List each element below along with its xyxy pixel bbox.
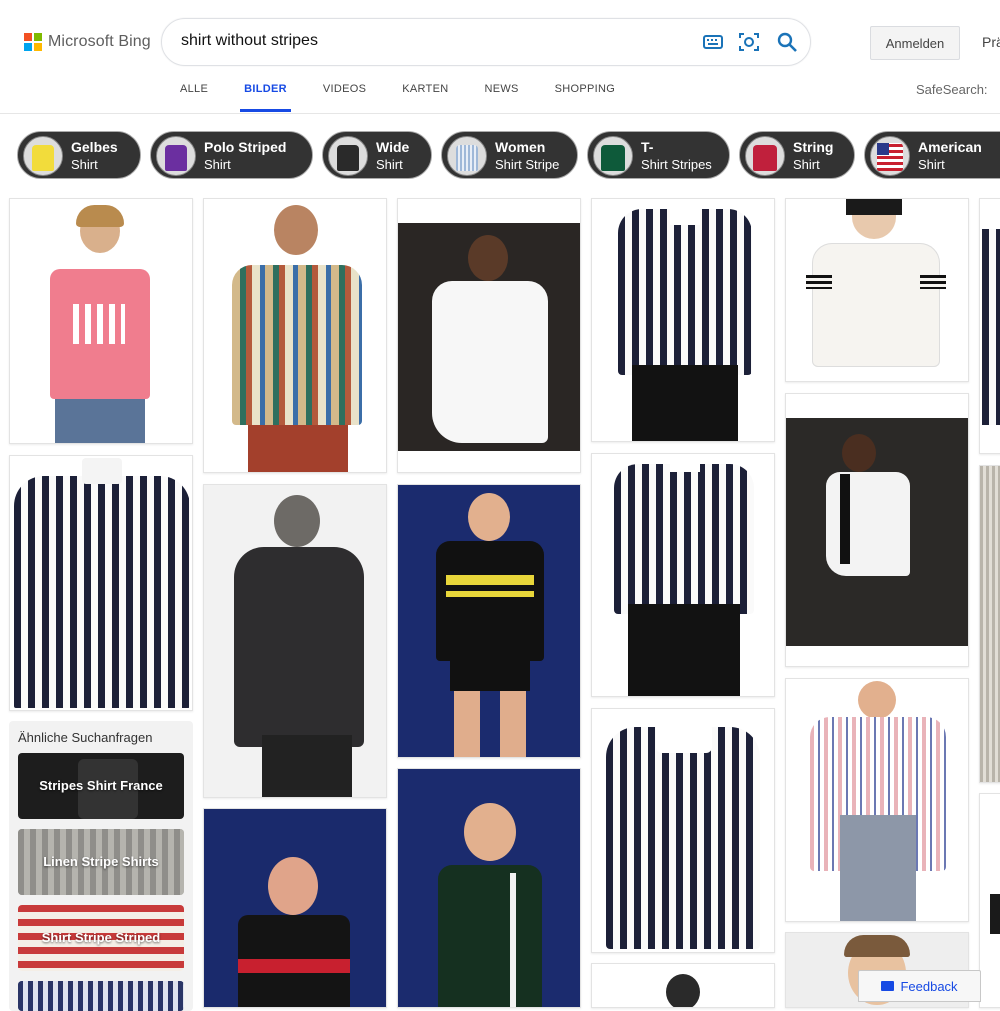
related-item-label: Stripes Shirt France <box>39 778 163 793</box>
chip-thumbnail <box>593 136 633 176</box>
chip-title: Women <box>495 139 546 155</box>
search-box[interactable]: shirt without stripes <box>161 18 811 66</box>
chip-t-shirt-stripes[interactable]: T- Shirt Stripes <box>587 131 730 179</box>
bing-logo[interactable]: Microsoft Bing <box>24 33 151 51</box>
chip-string-shirt[interactable]: String Shirt <box>739 131 855 179</box>
related-item-stripes-shirt-france[interactable]: Stripes Shirt France <box>18 753 184 819</box>
related-item-label: Linen Stripe Shirts <box>43 854 159 869</box>
image-result[interactable] <box>591 198 775 442</box>
keyboard-icon[interactable] <box>702 31 724 53</box>
chip-thumbnail <box>447 136 487 176</box>
chip-thumbnail <box>745 136 785 176</box>
search-tabs: ALLE BILDER VIDEOS KARTEN NEWS SHOPPING <box>180 83 651 112</box>
image-result[interactable] <box>397 768 581 1008</box>
chip-title: Gelbes <box>71 139 118 155</box>
chip-thumbnail <box>23 136 63 176</box>
related-item-shirt-stripe-striped[interactable]: Shirt Stripe Striped <box>18 905 184 971</box>
image-result[interactable] <box>591 453 775 697</box>
microsoft-logo-icon <box>24 33 42 51</box>
related-item-more[interactable] <box>18 981 184 1011</box>
related-searches-panel: Ähnliche Suchanfragen Stripes Shirt Fran… <box>9 721 193 1011</box>
preferences-link[interactable]: Prä <box>982 34 1000 50</box>
feedback-label: Feedback <box>900 978 958 994</box>
chip-american-shirt[interactable]: American Shirt <box>864 131 1000 179</box>
safesearch-filter[interactable]: SafeSearch: <box>916 82 988 97</box>
chip-thumbnail <box>328 136 368 176</box>
image-result[interactable] <box>979 198 1000 454</box>
feedback-icon <box>881 981 895 991</box>
related-item-label: Shirt Stripe Striped <box>41 930 161 945</box>
chip-title: T- <box>641 139 654 155</box>
chip-thumbnail <box>870 136 910 176</box>
chip-title: Polo Striped <box>204 139 287 155</box>
chip-polo-striped-shirt[interactable]: Polo Striped Shirt <box>150 131 313 179</box>
chip-women-shirt-stripe[interactable]: Women Shirt Stripe <box>441 131 578 179</box>
chip-wide-shirt[interactable]: Wide Shirt <box>322 131 432 179</box>
brand-name: Microsoft Bing <box>48 33 151 50</box>
tab-maps[interactable]: KARTEN <box>402 83 448 111</box>
tab-shopping[interactable]: SHOPPING <box>555 83 615 111</box>
image-result[interactable] <box>203 198 387 473</box>
tab-news[interactable]: NEWS <box>484 83 518 111</box>
related-searches-heading: Ähnliche Suchanfragen <box>18 730 153 745</box>
chip-title: String <box>793 139 834 155</box>
image-result[interactable] <box>397 484 581 758</box>
tab-images[interactable]: BILDER <box>240 83 291 112</box>
image-result[interactable] <box>785 678 969 922</box>
tab-all[interactable]: ALLE <box>180 83 208 111</box>
chip-gelbes-shirt[interactable]: Gelbes Shirt <box>17 131 141 179</box>
image-result[interactable] <box>979 793 1000 1008</box>
header: Microsoft Bing shirt without stripes Anm… <box>0 0 1000 114</box>
image-result[interactable] <box>979 465 1000 783</box>
search-input[interactable]: shirt without stripes <box>181 32 318 50</box>
chip-subtitle: Shirt <box>71 157 98 172</box>
chip-subtitle: Shirt <box>376 157 403 172</box>
chip-title: Wide <box>376 139 410 155</box>
search-icon[interactable] <box>776 31 798 53</box>
feedback-button[interactable]: Feedback <box>858 970 981 1002</box>
image-result[interactable] <box>203 808 387 1008</box>
visual-search-icon[interactable] <box>738 31 760 53</box>
chip-title: American <box>918 139 982 155</box>
image-result[interactable] <box>591 708 775 953</box>
image-result[interactable] <box>9 455 193 711</box>
image-result[interactable] <box>785 198 969 382</box>
chip-subtitle: Shirt <box>793 157 820 172</box>
chip-thumbnail <box>156 136 196 176</box>
chip-subtitle: Shirt <box>204 157 231 172</box>
signin-button[interactable]: Anmelden <box>870 26 960 60</box>
image-result[interactable] <box>785 393 969 667</box>
related-item-linen-stripe-shirts[interactable]: Linen Stripe Shirts <box>18 829 184 895</box>
image-result[interactable] <box>397 198 581 473</box>
image-result[interactable] <box>203 484 387 798</box>
tab-videos[interactable]: VIDEOS <box>323 83 366 111</box>
chip-subtitle: Shirt Stripes <box>641 157 712 172</box>
chip-subtitle: Shirt Stripe <box>495 157 560 172</box>
image-result[interactable] <box>9 198 193 444</box>
image-result[interactable] <box>591 963 775 1008</box>
chip-subtitle: Shirt <box>918 157 945 172</box>
